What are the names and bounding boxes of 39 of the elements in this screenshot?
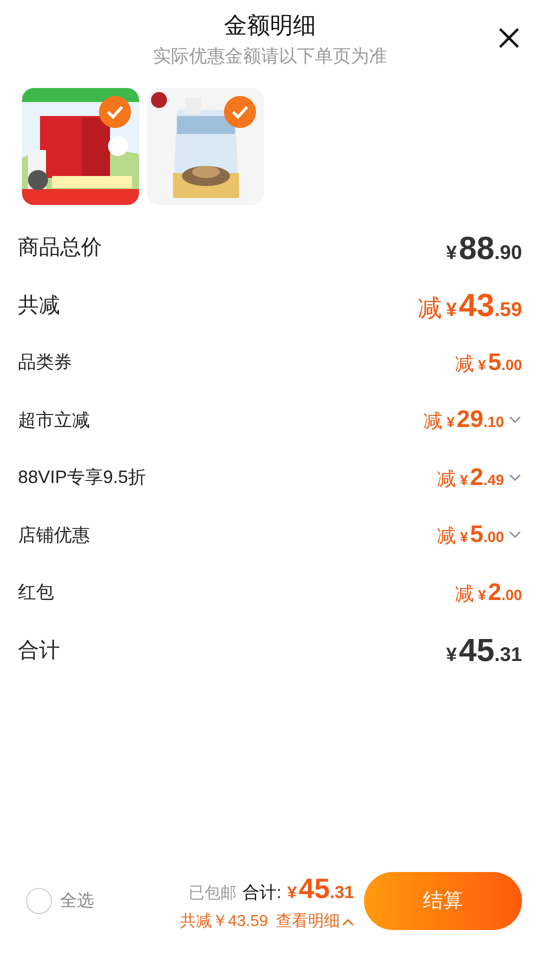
amount-text: ¥88.90	[446, 228, 522, 268]
minus-label: 减	[454, 352, 474, 377]
minus-label: 减	[418, 294, 442, 324]
check-icon[interactable]	[224, 96, 256, 128]
amount-text: ¥45.31	[446, 631, 522, 670]
chevron-down-icon[interactable]	[508, 530, 522, 540]
chevron-down-icon[interactable]	[508, 472, 522, 483]
row-label: 商品总价	[18, 235, 102, 261]
minus-label: 减	[454, 582, 474, 607]
chevron-up-icon	[342, 918, 354, 926]
total-label: 合计:	[242, 882, 282, 904]
row-label: 共减	[18, 292, 60, 318]
select-all-radio[interactable]	[26, 888, 52, 914]
minus-label: 减	[436, 468, 456, 492]
subtitle-text: 实际优惠金额请以下单页为准	[152, 45, 388, 68]
details-link[interactable]: 查看明细	[276, 910, 354, 934]
amount-text: ¥5.00	[478, 348, 522, 378]
chevron-down-icon[interactable]	[508, 415, 522, 426]
close-button[interactable]	[498, 26, 520, 48]
row-label: 店铺优惠	[18, 524, 90, 547]
savings-text: 共减￥43.59	[180, 912, 268, 932]
amount-text: ¥29.10	[446, 405, 504, 436]
row-label: 红包	[18, 581, 54, 604]
minus-label: 减	[424, 410, 443, 434]
amount-text: ¥43.59	[446, 286, 522, 326]
select-all-label: 全选	[60, 890, 94, 912]
amount-text: ¥2.49	[460, 462, 504, 493]
total-amount: ¥45.31	[287, 872, 354, 906]
shipping-text: 已包邮	[188, 884, 237, 904]
row-label: 合计	[18, 638, 60, 664]
amount-text: ¥2.00	[478, 578, 522, 608]
dialog-title: 金额明细	[224, 11, 316, 40]
row-label: 超市立减	[18, 408, 90, 432]
minus-label: 减	[436, 525, 456, 550]
row-label: 品类券	[18, 351, 72, 374]
amount-text: ¥5.00	[460, 520, 504, 550]
check-icon[interactable]	[99, 96, 131, 128]
row-label: 88VIP专享9.5折	[18, 466, 146, 490]
checkout-button[interactable]: 结算	[364, 872, 522, 930]
